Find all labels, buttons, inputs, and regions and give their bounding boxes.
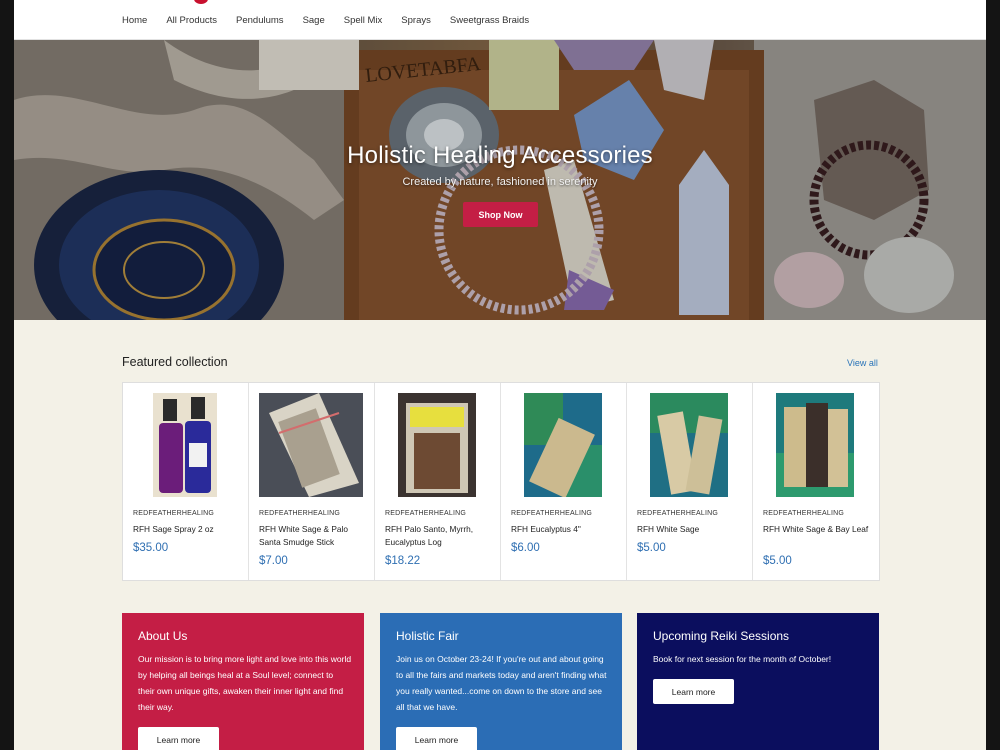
nav-all-products[interactable]: All Products <box>166 15 217 26</box>
block-text: Our mission is to bring more light and l… <box>138 654 352 712</box>
product-name[interactable]: RFH Palo Santo, Myrrh, Eucalyptus Log <box>385 523 493 549</box>
logo-icon[interactable] <box>194 0 208 4</box>
product-image[interactable] <box>259 393 363 497</box>
nav-sprays[interactable]: Sprays <box>401 15 431 26</box>
product-price: $6.00 <box>511 542 540 554</box>
block-title: Holistic Fair <box>396 629 459 643</box>
product-vendor: REDFEATHERHEALING <box>637 510 719 517</box>
product-image[interactable] <box>511 393 615 497</box>
nav-pendulums[interactable]: Pendulums <box>236 15 284 26</box>
block-text: Join us on October 23-24! If you're out … <box>396 654 607 712</box>
product-card[interactable]: REDFEATHERHEALING RFH White Sage $5.00 <box>627 383 753 580</box>
product-vendor: REDFEATHERHEALING <box>763 510 845 517</box>
learn-more-button[interactable]: Learn more <box>396 727 477 750</box>
store-page: Home All Products Pendulums Sage Spell M… <box>14 0 986 750</box>
block-title: About Us <box>138 629 188 643</box>
product-image[interactable] <box>133 393 237 497</box>
reiki-sessions-block: Upcoming Reiki Sessions Book for next se… <box>637 613 879 750</box>
product-name[interactable]: RFH White Sage & Bay Leaf <box>763 523 871 536</box>
product-vendor: REDFEATHERHEALING <box>133 510 215 517</box>
product-grid: REDFEATHERHEALING RFH Sage Spray 2 oz $3… <box>122 382 880 581</box>
block-text: Book for next session for the month of O… <box>653 654 832 664</box>
product-image[interactable] <box>385 393 489 497</box>
product-card[interactable]: REDFEATHERHEALING RFH Sage Spray 2 oz $3… <box>123 383 249 580</box>
view-all-link[interactable]: View all <box>847 358 878 368</box>
about-us-block: About Us Our mission is to bring more li… <box>122 613 364 750</box>
product-image[interactable] <box>763 393 867 497</box>
hero-banner: LOVETABFA <box>14 40 986 320</box>
product-name[interactable]: RFH Sage Spray 2 oz <box>133 523 241 536</box>
product-card[interactable]: REDFEATHERHEALING RFH Eucalyptus 4" $6.0… <box>501 383 627 580</box>
main-navigation: Home All Products Pendulums Sage Spell M… <box>14 0 986 40</box>
learn-more-button[interactable]: Learn more <box>653 679 734 704</box>
product-name[interactable]: RFH White Sage & Palo Santa Smudge Stick <box>259 523 367 549</box>
shop-now-button[interactable]: Shop Now <box>463 202 538 227</box>
nav-spell-mix[interactable]: Spell Mix <box>344 15 383 26</box>
hero-title: Holistic Healing Accessories <box>347 142 653 169</box>
nav-sweetgrass-braids[interactable]: Sweetgrass Braids <box>450 15 529 26</box>
nav-home[interactable]: Home <box>122 15 147 26</box>
product-card[interactable]: REDFEATHERHEALING RFH Palo Santo, Myrrh,… <box>375 383 501 580</box>
product-price: $7.00 <box>259 555 288 567</box>
product-vendor: REDFEATHERHEALING <box>259 510 341 517</box>
product-vendor: REDFEATHERHEALING <box>385 510 467 517</box>
holistic-fair-block: Holistic Fair Join us on October 23-24! … <box>380 613 622 750</box>
learn-more-button[interactable]: Learn more <box>138 727 219 750</box>
product-price: $18.22 <box>385 555 421 567</box>
hero-subtitle: Created by nature, fashioned in serenity <box>402 176 598 188</box>
product-vendor: REDFEATHERHEALING <box>511 510 593 517</box>
product-price: $35.00 <box>133 542 169 554</box>
nav-sage[interactable]: Sage <box>303 15 325 26</box>
product-price: $5.00 <box>763 555 792 567</box>
featured-collection-title: Featured collection <box>122 355 228 369</box>
product-price: $5.00 <box>637 542 666 554</box>
product-card[interactable]: REDFEATHERHEALING RFH White Sage & Palo … <box>249 383 375 580</box>
product-card[interactable]: REDFEATHERHEALING RFH White Sage & Bay L… <box>753 383 879 580</box>
block-title: Upcoming Reiki Sessions <box>653 629 790 643</box>
product-image[interactable] <box>637 393 741 497</box>
product-name[interactable]: RFH White Sage <box>637 523 745 536</box>
product-name[interactable]: RFH Eucalyptus 4" <box>511 523 619 536</box>
